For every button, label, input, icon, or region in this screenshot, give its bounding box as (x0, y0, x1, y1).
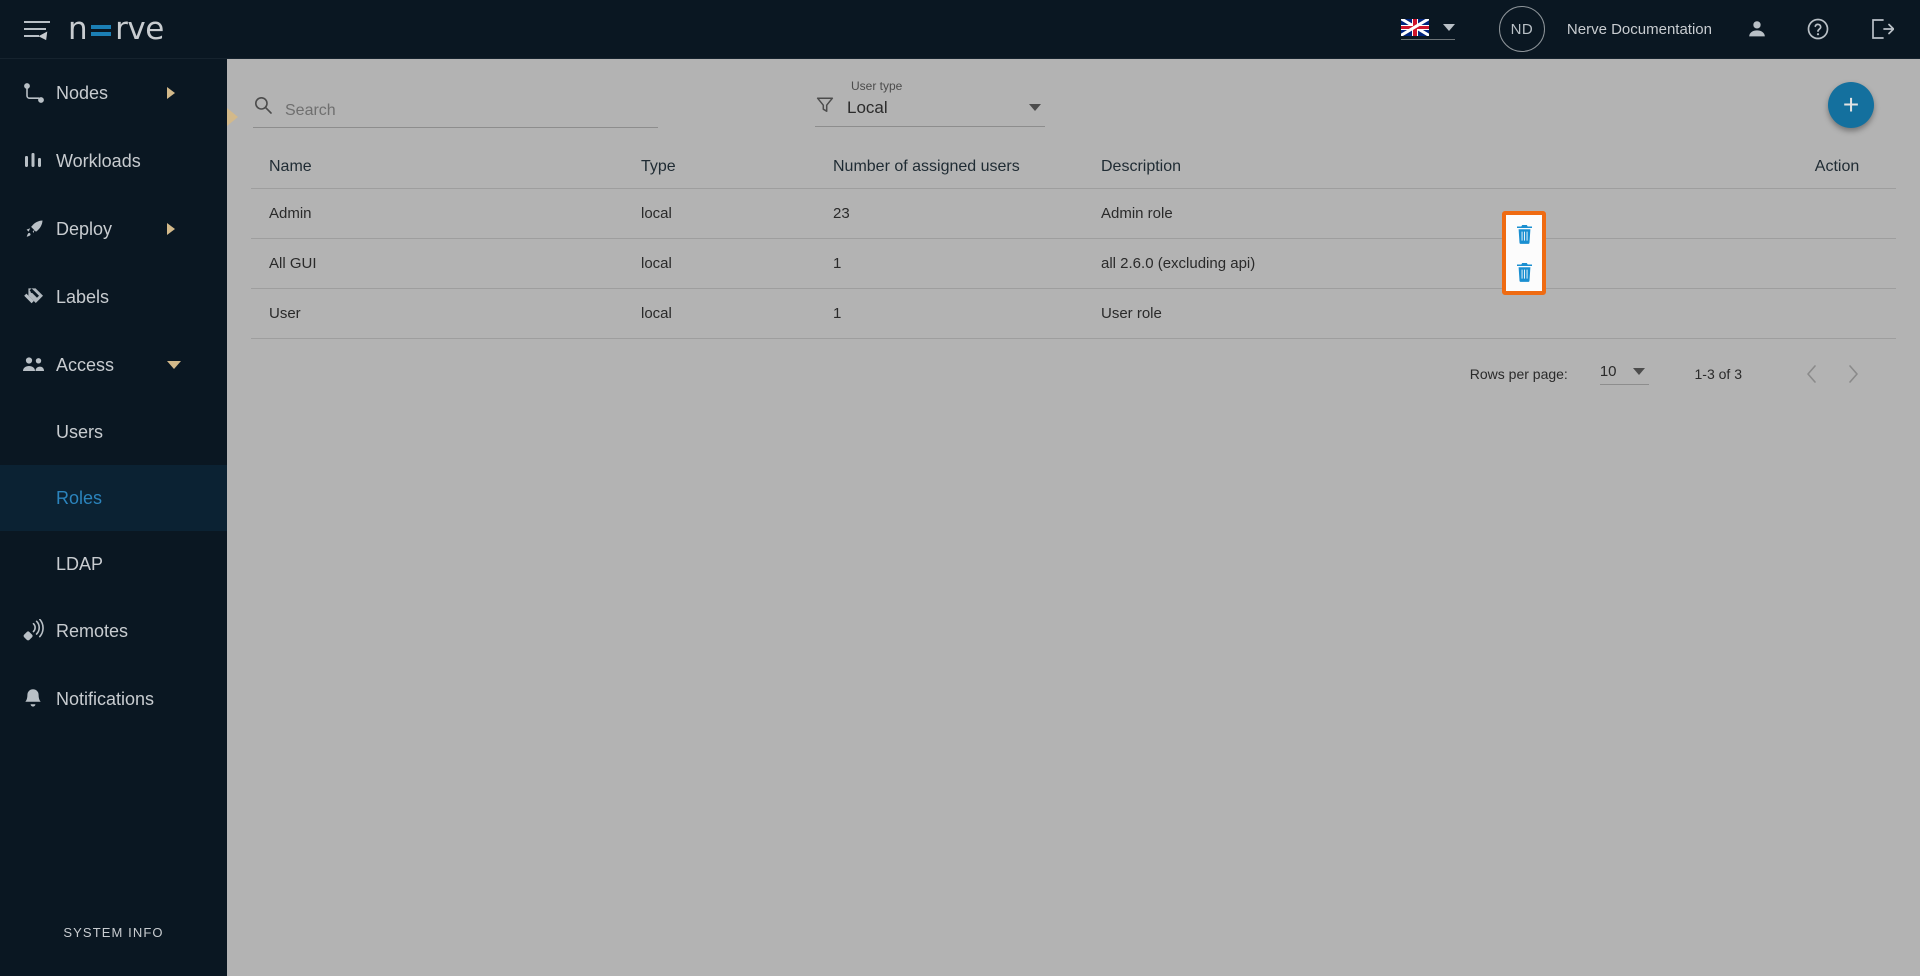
app-root: n rve ND Nerve Documentation Nodes Workl… (0, 0, 1920, 976)
table-row[interactable]: All GUI local 1 all 2.6.0 (excluding api… (251, 239, 1896, 289)
chevron-right-icon (167, 87, 175, 99)
column-header-action: Action (1814, 157, 1860, 175)
sidebar-item-label: Nodes (56, 82, 109, 103)
chevron-right-icon (167, 223, 175, 235)
user-name-label[interactable]: Nerve Documentation (1567, 21, 1712, 38)
sidebar-item-label: Deploy (56, 218, 113, 239)
cell-type: local (641, 205, 672, 222)
column-header-assigned: Number of assigned users (833, 157, 1020, 175)
access-people-icon (22, 354, 56, 376)
table-row[interactable]: Admin local 23 Admin role (251, 189, 1896, 239)
deploy-rocket-icon (22, 217, 56, 241)
sidebar-item-notifications[interactable]: Notifications (0, 665, 227, 733)
nerve-logo: n rve (68, 11, 164, 47)
cell-assigned: 23 (833, 205, 850, 222)
sidebar-item-roles[interactable]: Roles (0, 465, 227, 531)
logo-text-n: n (68, 11, 88, 47)
column-header-description: Description (1101, 157, 1182, 175)
user-type-filter[interactable]: User type Local (815, 79, 1045, 127)
cell-assigned: 1 (833, 305, 842, 322)
cell-name: User (269, 305, 301, 322)
add-role-button[interactable]: + (1828, 82, 1874, 128)
cell-assigned: 1 (833, 255, 842, 272)
sidebar-subitem-label: LDAP (56, 553, 104, 574)
sidebar-item-nodes[interactable]: Nodes (0, 59, 227, 127)
chevron-down-icon (167, 361, 181, 369)
person-icon[interactable] (1746, 18, 1768, 40)
language-selector[interactable] (1400, 18, 1455, 40)
rows-per-page-label: Rows per page: (1469, 366, 1568, 382)
sidebar-item-access[interactable]: Access (0, 331, 227, 399)
sidebar-item-label: Access (56, 354, 115, 375)
labels-tag-icon (22, 285, 56, 309)
cell-description: all 2.6.0 (excluding api) (1101, 255, 1256, 272)
sidebar-subitem-label: Users (56, 421, 104, 442)
user-type-filter-value: Local (847, 97, 888, 117)
sidebar-item-labels[interactable]: Labels (0, 263, 227, 331)
remotes-icon (22, 619, 56, 643)
logo-text-rve: rve (115, 11, 164, 47)
sidebar-item-remotes[interactable]: Remotes (0, 597, 227, 665)
chevron-down-icon (1442, 23, 1455, 31)
search-icon (253, 95, 273, 120)
avatar-initials: ND (1510, 20, 1534, 38)
sidebar-item-label: Notifications (56, 688, 155, 709)
column-header-type: Type (641, 157, 676, 175)
pagination-range-label: 1-3 of 3 (1694, 366, 1742, 382)
rows-per-page-value: 10 (1599, 363, 1617, 380)
roles-table: Name Type Number of assigned users Descr… (251, 145, 1896, 339)
rows-per-page-select[interactable]: 10 (1599, 363, 1649, 385)
sidebar-item-label: Remotes (56, 620, 129, 641)
sidebar-item-workloads[interactable]: Workloads (0, 127, 227, 195)
next-page-button[interactable] (1832, 364, 1874, 384)
top-bar: n rve ND Nerve Documentation (0, 0, 1920, 59)
delete-buttons-highlight (1502, 211, 1546, 295)
cell-type: local (641, 305, 672, 322)
chevron-down-icon (1632, 368, 1645, 375)
table-row[interactable]: User local 1 User role (251, 289, 1896, 339)
search-input[interactable] (285, 102, 640, 120)
cell-name: All GUI (269, 255, 317, 272)
help-circle-icon[interactable] (1806, 17, 1830, 41)
main-content: User type Local + Name Type (227, 59, 1920, 976)
cell-description: Admin role (1101, 205, 1173, 222)
plus-icon: + (1842, 89, 1860, 120)
sidebar-item-deploy[interactable]: Deploy (0, 195, 227, 263)
logo-equals-icon (91, 24, 112, 36)
chevron-down-icon (1029, 104, 1041, 111)
previous-page-button[interactable] (1790, 364, 1832, 384)
delete-role-button[interactable] (1509, 257, 1539, 287)
logout-icon[interactable] (1868, 16, 1894, 42)
sidebar-item-label: Labels (56, 286, 110, 307)
sidebar-item-ldap[interactable]: LDAP (0, 531, 227, 597)
column-header-name: Name (269, 157, 312, 175)
avatar[interactable]: ND (1498, 6, 1545, 52)
sidebar: Nodes Workloads Deploy Labels Access Use… (0, 59, 227, 976)
content-toolbar: User type Local + (227, 59, 1920, 145)
top-bar-right: ND Nerve Documentation (1400, 0, 1920, 59)
pagination: Rows per page: 10 1-3 of 3 (227, 343, 1920, 405)
bell-icon (22, 687, 56, 711)
search-field[interactable] (253, 95, 658, 128)
cell-name: Admin (269, 205, 312, 222)
nodes-icon (22, 81, 56, 105)
sidebar-subitem-label: Roles (56, 487, 103, 508)
sidebar-item-users[interactable]: Users (0, 399, 227, 465)
uk-flag-icon (1400, 18, 1429, 36)
sidebar-item-label: Workloads (56, 150, 141, 171)
mouse-cursor-icon (38, 31, 51, 43)
table-header-row: Name Type Number of assigned users Descr… (251, 145, 1896, 189)
workloads-icon (22, 150, 56, 172)
cell-type: local (641, 255, 672, 272)
user-type-filter-row[interactable]: Local (815, 95, 1045, 127)
filter-funnel-icon (815, 95, 835, 120)
system-info-link[interactable]: SYSTEM INFO (0, 925, 227, 940)
cell-description: User role (1101, 305, 1162, 322)
delete-role-button[interactable] (1509, 219, 1539, 249)
hamburger-menu-icon[interactable] (24, 19, 51, 43)
user-type-filter-label: User type (851, 79, 903, 93)
